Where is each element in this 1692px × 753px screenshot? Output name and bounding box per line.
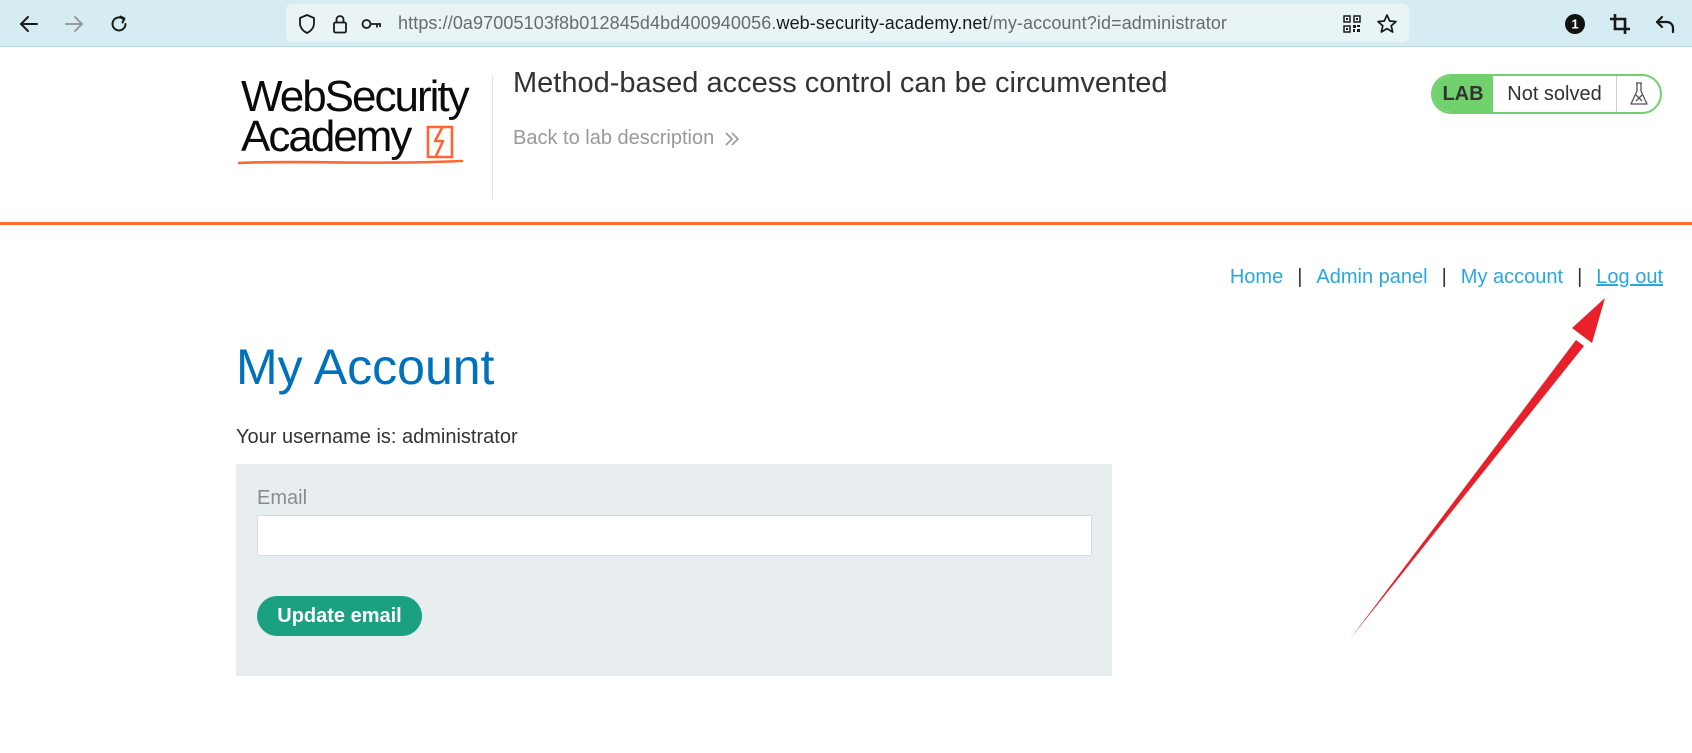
account-nav: Home | Admin panel | My account | Log ou… [1230, 266, 1663, 289]
undo-icon[interactable] [1650, 9, 1680, 39]
lab-title: Method-based access control can be circu… [513, 67, 1168, 99]
nav-admin-panel-link[interactable]: Admin panel [1316, 266, 1427, 289]
nav-separator: | [1441, 266, 1447, 288]
browser-toolbar: https://0a97005103f8b012845d4bd400940056… [0, 0, 1692, 47]
header-divider [492, 75, 493, 199]
lab-header: WebSecurity Academy Method-based access … [0, 47, 1692, 225]
reload-icon[interactable] [104, 9, 134, 39]
extension-icon[interactable]: 1 [1560, 9, 1590, 39]
double-chevron-right-icon [725, 131, 740, 146]
bookmark-star-icon[interactable] [1376, 13, 1398, 35]
lab-status-widget: LAB Not solved [1431, 74, 1662, 114]
annotation-arrow [1350, 298, 1605, 639]
nav-separator: | [1297, 266, 1303, 288]
key-icon[interactable] [361, 13, 383, 35]
qr-code-icon[interactable] [1341, 13, 1363, 35]
academy-logo[interactable]: WebSecurity Academy [236, 73, 492, 173]
lab-badge-label: LAB [1433, 76, 1493, 112]
url-path: /my-account?id=administrator [987, 13, 1228, 33]
flask-icon [1617, 76, 1660, 112]
nav-my-account-link[interactable]: My account [1461, 266, 1563, 289]
back-link-label: Back to lab description [513, 127, 715, 149]
lock-icon[interactable] [329, 13, 351, 35]
nav-log-out-link[interactable]: Log out [1596, 266, 1663, 289]
shield-icon[interactable] [296, 13, 318, 35]
update-email-form: Email Update email [236, 464, 1112, 676]
crop-icon[interactable] [1605, 9, 1635, 39]
update-email-button[interactable]: Update email [257, 596, 422, 636]
url-text[interactable]: https://0a97005103f8b012845d4bd400940056… [398, 13, 1227, 34]
back-icon[interactable] [14, 9, 44, 39]
logo-underline [238, 159, 464, 165]
lab-status-text: Not solved [1493, 76, 1617, 112]
url-host: web-security-academy.net [776, 13, 988, 33]
logo-lightning-icon [426, 125, 454, 159]
back-to-lab-description-link[interactable]: Back to lab description [513, 127, 740, 150]
email-label: Email [257, 487, 308, 509]
page-title: My Account [236, 339, 495, 395]
nav-home-link[interactable]: Home [1230, 266, 1283, 289]
email-input[interactable] [257, 515, 1092, 556]
url-prefix: https://0a97005103f8b012845d4bd400940056… [398, 13, 777, 33]
logo-text-line2: Academy [241, 112, 412, 161]
username-text: Your username is: administrator [236, 426, 518, 448]
extension-badge-text: 1 [1571, 17, 1578, 32]
forward-icon[interactable] [59, 9, 89, 39]
address-bar[interactable]: https://0a97005103f8b012845d4bd400940056… [286, 4, 1409, 42]
nav-separator: | [1577, 266, 1583, 288]
